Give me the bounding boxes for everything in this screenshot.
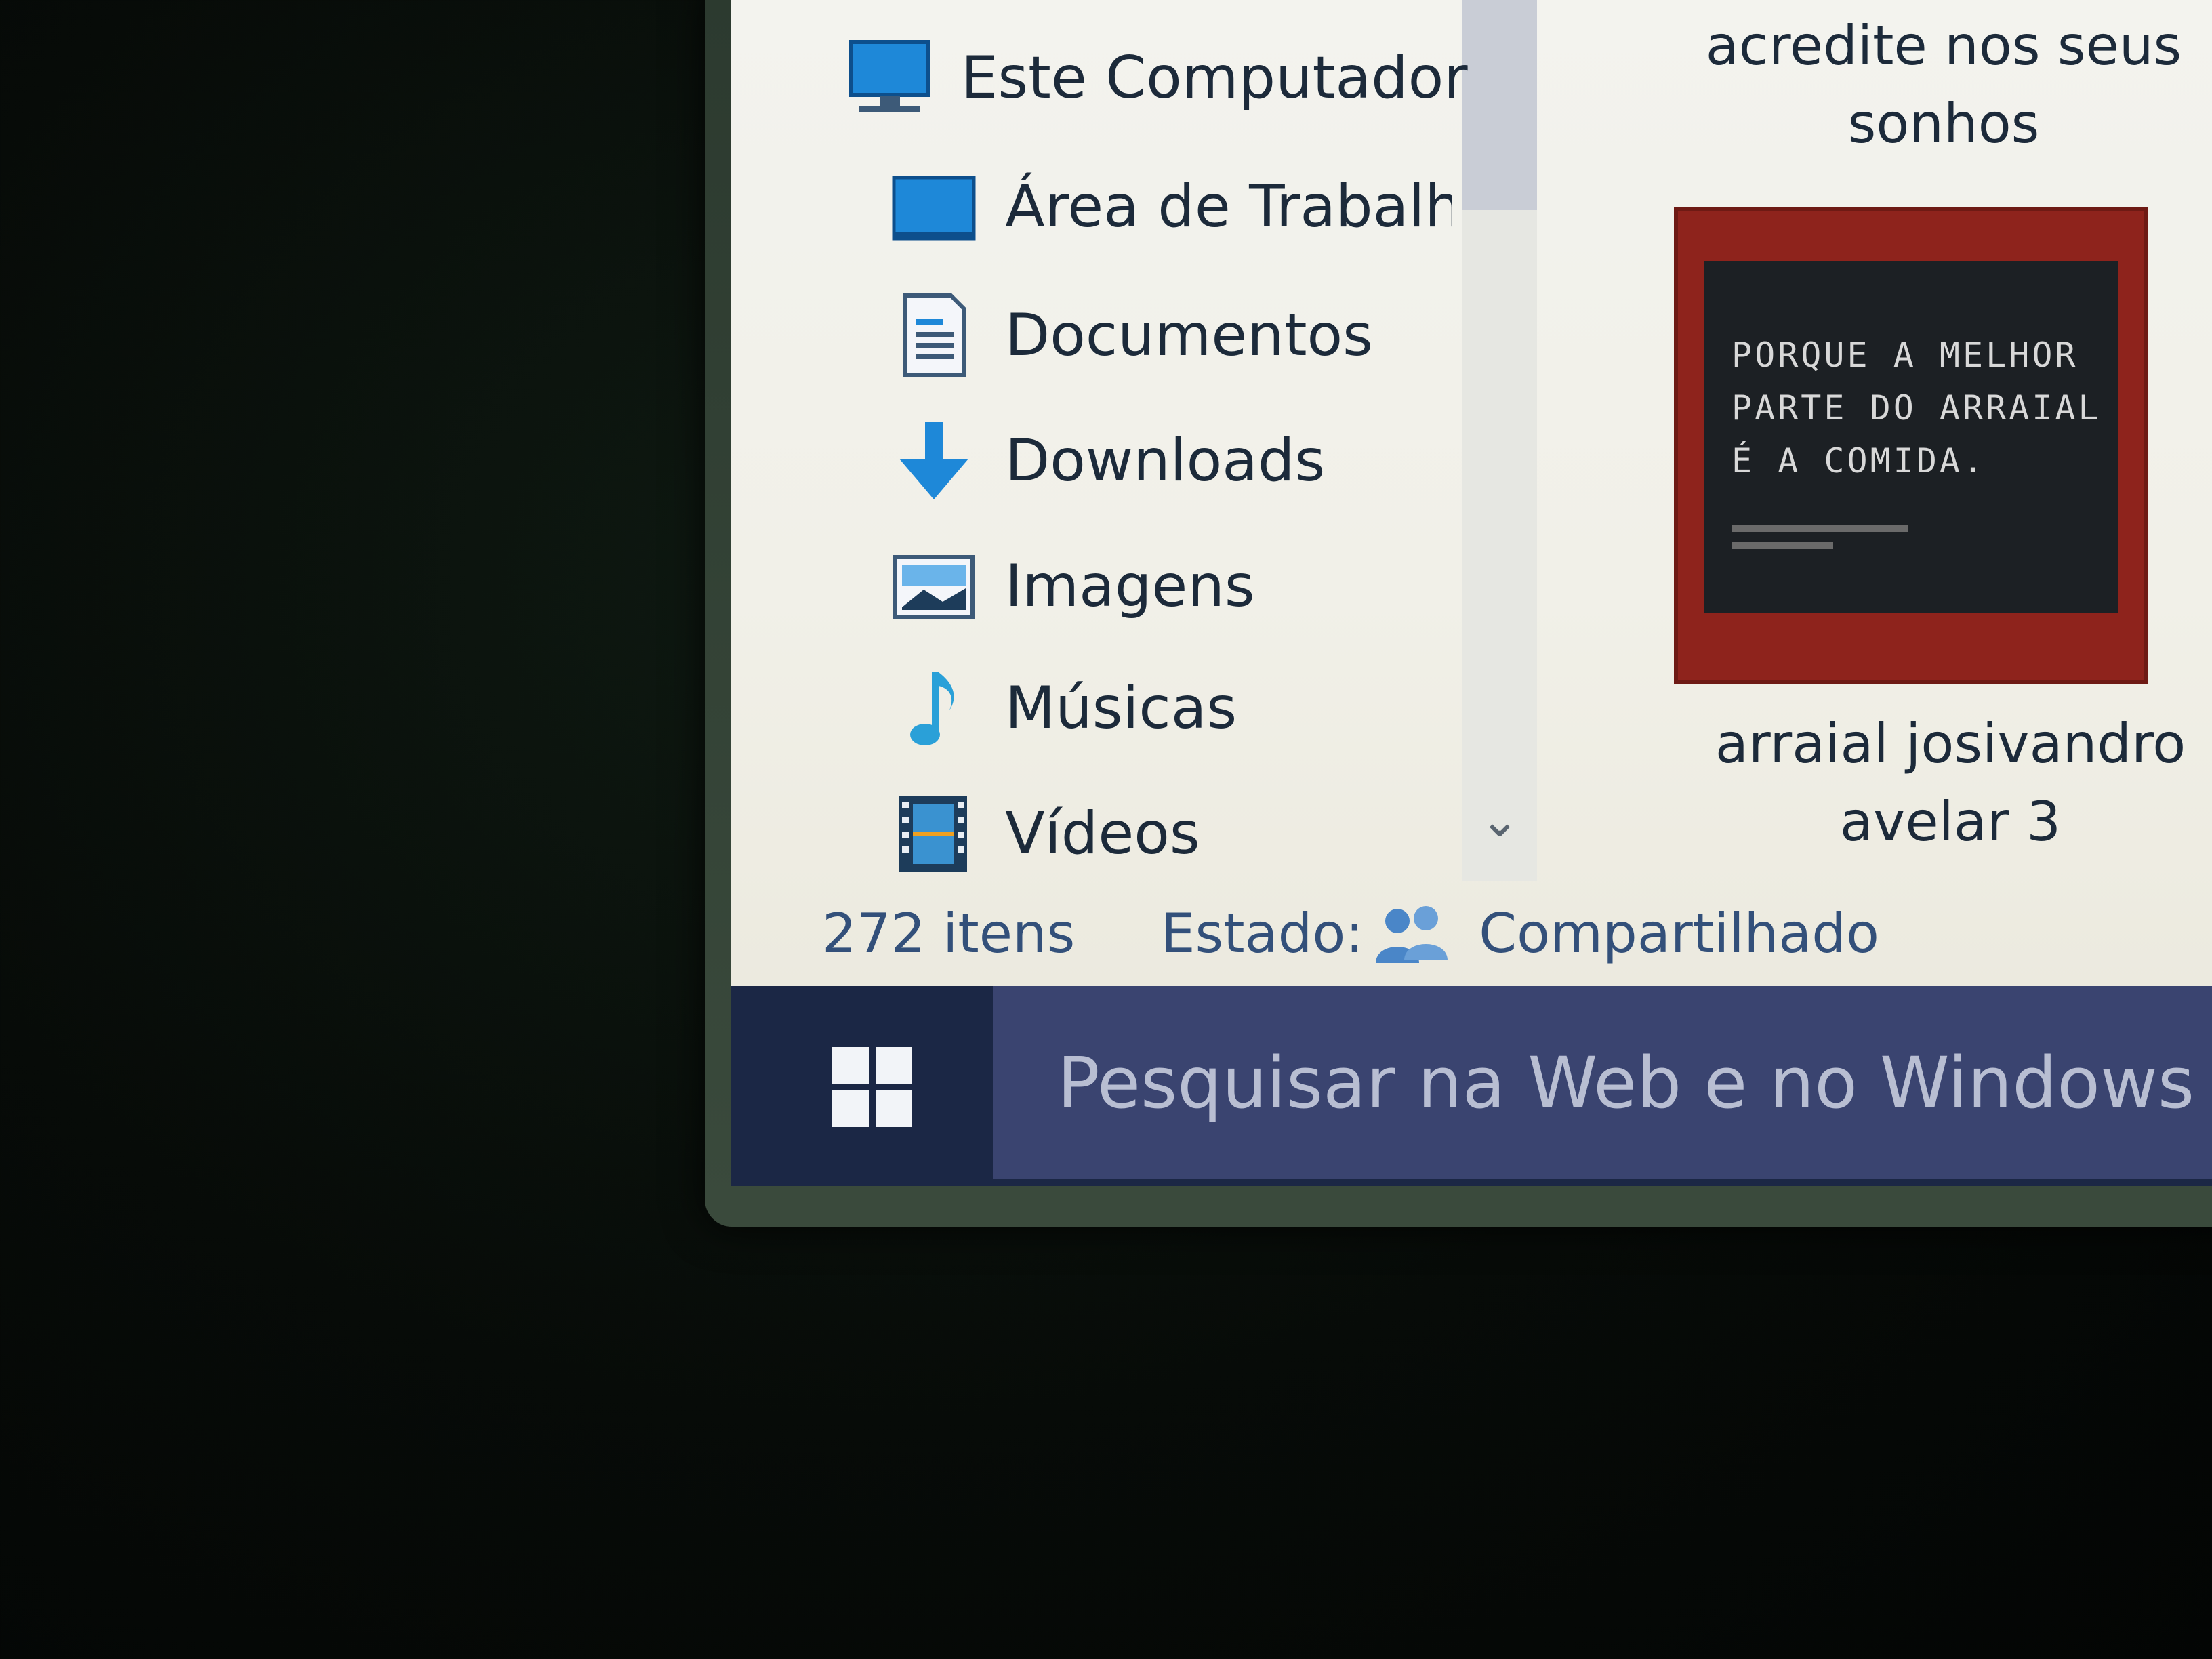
file-explorer-window: Este Computador Área de Trabalho Documen… <box>731 0 2212 986</box>
computer-icon <box>846 34 934 122</box>
nav-item-videos[interactable]: Vídeos <box>890 783 1200 884</box>
nav-item-este-computador[interactable]: Este Computador <box>846 27 1468 129</box>
state-value: Compartilhado <box>1479 902 1879 965</box>
file-item-acredite-nos-seus-sonhos[interactable]: acredite nos seus sonhos <box>1639 7 2212 163</box>
nav-item-musicas[interactable]: Músicas <box>890 657 1237 759</box>
nav-item-downloads[interactable]: Downloads <box>890 410 1325 512</box>
nav-item-label: Músicas <box>1005 674 1237 742</box>
screen: Este Computador Área de Trabalho Documen… <box>731 0 2212 1186</box>
start-button[interactable] <box>731 986 993 1186</box>
search-placeholder: Pesquisar na Web e no Windows <box>1057 1041 2195 1124</box>
pictures-icon <box>890 542 978 630</box>
file-name-line: sonhos <box>1847 92 2040 155</box>
nav-item-imagens[interactable]: Imagens <box>890 535 1255 637</box>
videos-icon <box>890 790 978 878</box>
nav-item-label: Vídeos <box>1005 800 1200 867</box>
taskbar-search-box[interactable]: Pesquisar na Web e no Windows <box>993 986 2212 1179</box>
nav-item-area-de-trabalho[interactable]: Área de Trabalho <box>890 156 1452 258</box>
download-arrow-icon <box>890 417 978 505</box>
state-label: Estado: <box>1161 902 1364 965</box>
nav-scrollbar-thumb[interactable] <box>1462 0 1537 210</box>
file-name-line: acredite nos seus <box>1705 14 2182 77</box>
nav-item-label: Downloads <box>1005 427 1326 495</box>
taskbar: Pesquisar na Web e no Windows <box>731 986 2212 1186</box>
scroll-down-chevron-icon[interactable]: ⌄ <box>1476 796 1523 844</box>
item-count: 272 itens <box>822 902 1076 965</box>
desktop-icon <box>890 163 978 251</box>
documents-icon <box>890 291 978 380</box>
file-thumbnail-arraial[interactable]: PORQUE A MELHOR PARTE DO ARRAIAL É A COM… <box>1674 207 2148 684</box>
nav-item-documentos[interactable]: Documentos <box>890 285 1373 386</box>
file-name-line: avelar 3 <box>1839 790 2062 853</box>
status-bar: 272 itens Estado: Compartilhado <box>731 881 2212 986</box>
shared-users-icon <box>1370 903 1452 964</box>
music-note-icon <box>890 664 978 752</box>
nav-item-label: Área de Trabalho <box>1005 173 1452 241</box>
nav-item-label: Este Computador <box>961 44 1468 112</box>
file-item-arraial-josivandro-avelar-3[interactable]: arraial josivandro avelar 3 <box>1645 705 2212 861</box>
thumbnail-image: PORQUE A MELHOR PARTE DO ARRAIAL É A COM… <box>1704 261 2118 613</box>
file-name-line: arraial josivandro <box>1715 712 2186 775</box>
windows-logo-icon <box>832 1047 914 1128</box>
thumbnail-text: PORQUE A MELHOR PARTE DO ARRAIAL É A COM… <box>1732 335 2102 480</box>
nav-item-label: Imagens <box>1005 552 1255 620</box>
navigation-pane: Este Computador Área de Trabalho Documen… <box>731 0 1544 881</box>
nav-item-label: Documentos <box>1005 302 1373 369</box>
